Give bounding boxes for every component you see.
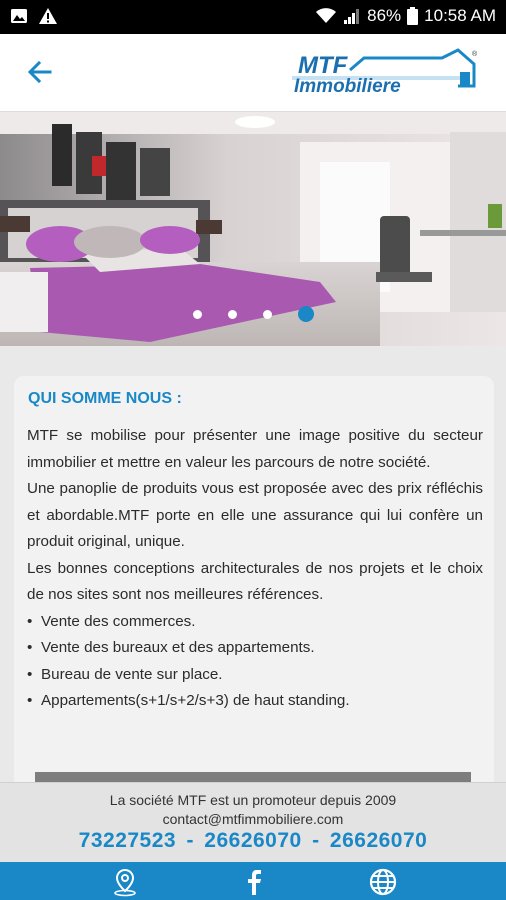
phone-separator: - — [312, 829, 320, 852]
phone-separator: - — [186, 829, 194, 852]
carousel-dot-2[interactable] — [227, 309, 237, 319]
content-area: QUI SOMME NOUS : MTF se mobilise pour pr… — [0, 346, 506, 796]
location-pin-icon[interactable] — [110, 867, 140, 897]
about-paragraph-1: MTF se mobilise pour présenter une image… — [27, 427, 483, 471]
clock: 10:58 AM — [424, 6, 496, 25]
company-logo: MTF Immobiliere ® — [292, 48, 478, 97]
services-list: Vente des commerces. Vente des bureaux e… — [27, 609, 483, 715]
phone-3[interactable]: 26626070 — [330, 829, 427, 852]
about-paragraph-3: Les bonnes conceptions architecturales d… — [27, 559, 483, 604]
warning-icon — [39, 8, 57, 24]
app-header: MTF Immobiliere ® — [0, 34, 506, 112]
phone-numbers: 73227523 - 26626070 - 26626070 — [0, 829, 506, 853]
bottom-tab-bar — [0, 862, 506, 900]
battery-percent: 86% — [367, 6, 402, 25]
about-paragraph-2: Une panoplie de produits vous est propos… — [27, 480, 483, 550]
contact-email[interactable]: contact@mtfimmobiliere.com — [0, 811, 506, 827]
carousel-dot-1[interactable] — [192, 309, 202, 319]
back-arrow-icon[interactable] — [24, 56, 56, 88]
contact-footer: La société MTF est un promoteur depuis 2… — [0, 782, 506, 862]
company-tagline: La société MTF est un promoteur depuis 2… — [109, 792, 397, 808]
signal-icon — [344, 9, 360, 24]
list-item: Bureau de vente sur place. — [27, 662, 483, 689]
list-item: Vente des commerces. — [27, 609, 483, 636]
svg-text:®: ® — [472, 50, 478, 58]
list-item: Vente des bureaux et des appartements. — [27, 635, 483, 662]
battery-icon — [407, 7, 419, 25]
phone-1[interactable]: 73227523 — [79, 829, 176, 852]
wifi-icon — [316, 8, 337, 23]
status-bar: 86% 10:58 AM — [0, 0, 506, 34]
svg-text:Immobiliere: Immobiliere — [294, 76, 401, 97]
svg-text:MTF: MTF — [298, 52, 349, 79]
globe-icon[interactable] — [368, 867, 398, 897]
phone-2[interactable]: 26626070 — [204, 829, 301, 852]
about-card: QUI SOMME NOUS : MTF se mobilise pour pr… — [14, 376, 494, 796]
about-text: MTF se mobilise pour présenter une image… — [27, 423, 483, 715]
carousel-dot-3[interactable] — [262, 309, 272, 319]
about-title: QUI SOMME NOUS : — [28, 390, 182, 407]
facebook-icon[interactable] — [239, 867, 269, 897]
list-item: Appartements(s+1/s+2/s+3) de haut standi… — [27, 688, 483, 715]
carousel-indicators — [0, 306, 506, 322]
gallery-notification-icon — [11, 9, 27, 23]
carousel-dot-4-active[interactable] — [297, 306, 314, 322]
